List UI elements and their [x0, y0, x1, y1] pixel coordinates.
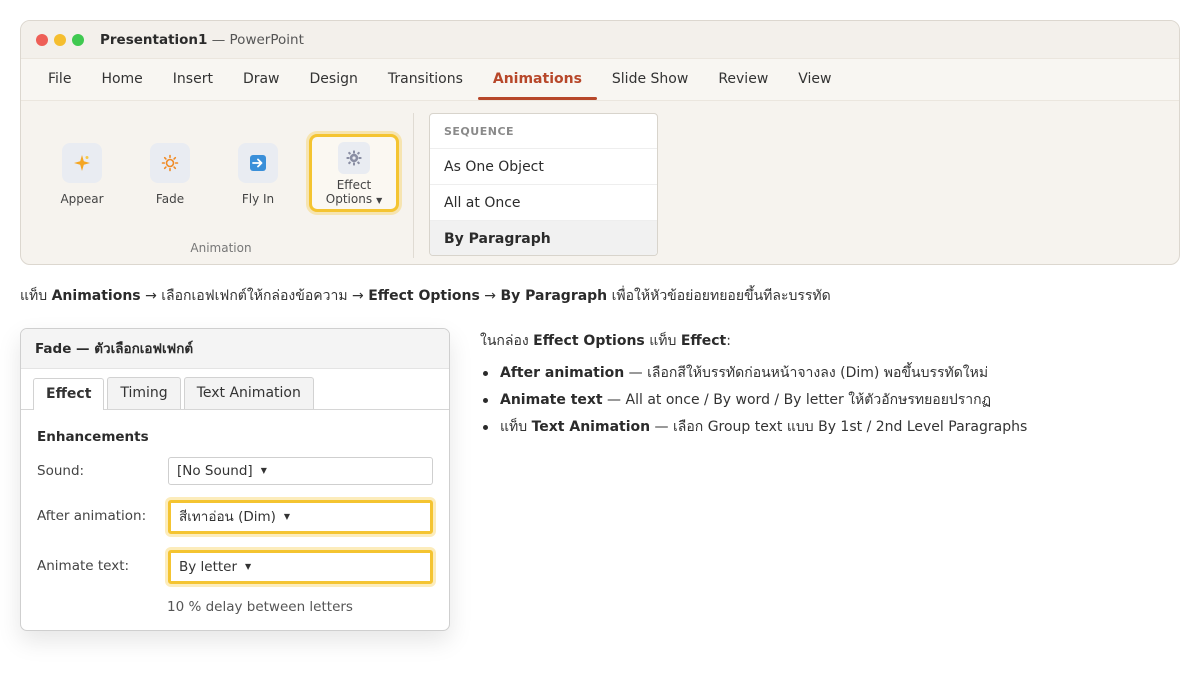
note-term: After animation [500, 365, 625, 381]
chevron-down-icon: ▼ [245, 562, 252, 571]
fade-label: Fade [155, 192, 185, 206]
tab-view[interactable]: View [783, 59, 846, 99]
effect-options-line1: Effect [336, 178, 372, 192]
ribbon-tabs: File Home Insert Draw Design Transitions… [21, 59, 1179, 101]
tab-timing[interactable]: Timing [107, 377, 181, 409]
sound-value: [No Sound] [177, 463, 253, 479]
instruction-part: เพื่อให้หัวข้อย่อยทยอยขึ้นทีละบรรทัด [607, 288, 831, 304]
notes-intro-part: : [726, 333, 731, 349]
chevron-down-icon: ▼ [260, 466, 267, 475]
note-text: — เลือกสีให้บรรทัดก่อนหน้าจางลง (Dim) พอ… [624, 365, 989, 381]
instruction-part: แท็บ [20, 288, 52, 304]
note-text: — All at once / By word / By letter ให้ต… [602, 392, 992, 408]
effect-options-line2: Options [325, 192, 373, 206]
sound-label: Sound: [37, 463, 85, 479]
tab-design[interactable]: Design [295, 59, 373, 99]
dialog-title: Fade — ตัวเลือกเอฟเฟกต์ [21, 329, 449, 369]
notes-intro-part: ในกล่อง [480, 333, 534, 349]
animation-group-label: Animation [190, 241, 252, 255]
chevron-down-icon: ▼ [376, 196, 383, 205]
animate-text-label: Animate text: [37, 558, 130, 574]
notes-intro-bold: Effect [680, 333, 727, 349]
tab-insert[interactable]: Insert [158, 59, 228, 99]
instruction-part: → [479, 288, 501, 304]
arrow-right-icon [238, 143, 278, 183]
effect-options-button[interactable]: Effect Options ▼ [309, 134, 399, 212]
notes-list: After animation — เลือกสีให้บรรทัดก่อนหน… [480, 364, 1180, 436]
tab-animations[interactable]: Animations [477, 59, 597, 100]
note-prefix: แท็บ [500, 419, 532, 435]
after-animation-value: สีเทาอ่อน (Dim) [179, 509, 276, 525]
list-item: Animate text — All at once / By word / B… [480, 391, 1180, 409]
document-name: Presentation1 [100, 31, 208, 48]
list-item: แท็บ Text Animation — เลือก Group text แ… [480, 418, 1180, 436]
animate-text-value: By letter [179, 559, 238, 575]
ribbon-body: Appear Fade Fly In Effect Options ▼ Anima… [21, 101, 1179, 264]
animate-text-select[interactable]: By letter ▼ [168, 550, 433, 584]
after-animation-select[interactable]: สีเทาอ่อน (Dim) ▼ [168, 500, 433, 534]
after-animation-label: After animation: [37, 508, 147, 524]
window-controls [36, 33, 84, 46]
tab-slide-show[interactable]: Slide Show [597, 59, 703, 99]
sequence-item-by-paragraph[interactable]: By Paragraph [430, 221, 657, 255]
enhancements-heading: Enhancements [37, 429, 149, 445]
tab-text-animation[interactable]: Text Animation [183, 377, 314, 409]
appear-button[interactable]: Appear [52, 143, 112, 206]
tab-draw[interactable]: Draw [228, 59, 295, 99]
effect-options-label: Effect Options ▼ [312, 178, 396, 208]
note-term: Text Animation [531, 419, 651, 435]
note-term: Animate text [500, 392, 603, 408]
window-title: Presentation1 — PowerPoint [100, 32, 304, 48]
minimize-window-button[interactable] [54, 33, 66, 46]
chevron-down-icon: ▼ [283, 512, 291, 521]
effect-options-dialog: Fade — ตัวเลือกเอฟเฟกต์ Effect Timing Te… [20, 328, 450, 631]
tab-file[interactable]: File [33, 59, 86, 99]
instruction-part: → เลือกเอฟเฟกต์ให้กล่องข้อความ → [140, 288, 369, 304]
effect-notes: ในกล่อง Effect Options แท็บ Effect: Afte… [480, 330, 1180, 445]
sequence-header: SEQUENCE [430, 114, 657, 149]
delay-note: 10 % delay between letters [167, 599, 353, 615]
notes-intro-part: แท็บ [644, 333, 681, 349]
instruction-effect-options: Effect Options [368, 288, 480, 304]
note-text: — เลือก Group text แบบ By 1st / 2nd Leve… [650, 419, 1028, 435]
maximize-window-button[interactable] [72, 33, 84, 46]
gear-icon [338, 142, 370, 174]
sound-select[interactable]: [No Sound] ▼ [168, 457, 433, 485]
sequence-item-as-one-object[interactable]: As One Object [430, 149, 657, 185]
sun-icon [150, 143, 190, 183]
title-bar: Presentation1 — PowerPoint [21, 21, 1179, 59]
app-name: — PowerPoint [207, 31, 304, 48]
instruction-text: แท็บ Animations → เลือกเอฟเฟกต์ให้กล่องข… [20, 285, 831, 307]
fade-button[interactable]: Fade [140, 143, 200, 206]
tab-transitions[interactable]: Transitions [373, 59, 478, 99]
close-window-button[interactable] [36, 33, 48, 46]
sequence-item-all-at-once[interactable]: All at Once [430, 185, 657, 221]
powerpoint-window: Presentation1 — PowerPoint File Home Ins… [20, 20, 1180, 265]
tab-effect[interactable]: Effect [33, 378, 105, 410]
sequence-dropdown: SEQUENCE As One Object All at Once By Pa… [429, 113, 658, 256]
sparkle-icon [62, 143, 102, 183]
list-item: After animation — เลือกสีให้บรรทัดก่อนหน… [480, 364, 1180, 382]
tab-home[interactable]: Home [86, 59, 157, 99]
notes-intro: ในกล่อง Effect Options แท็บ Effect: [480, 330, 1180, 352]
tab-review[interactable]: Review [703, 59, 783, 99]
notes-intro-bold: Effect Options [533, 333, 645, 349]
instruction-by-paragraph: By Paragraph [500, 288, 608, 304]
fly-in-label: Fly In [241, 192, 275, 206]
fly-in-button[interactable]: Fly In [228, 143, 288, 206]
appear-label: Appear [60, 192, 104, 206]
dialog-tabs: Effect Timing Text Animation [21, 369, 449, 410]
instruction-animations: Animations [51, 288, 141, 304]
ribbon-divider [413, 113, 414, 258]
